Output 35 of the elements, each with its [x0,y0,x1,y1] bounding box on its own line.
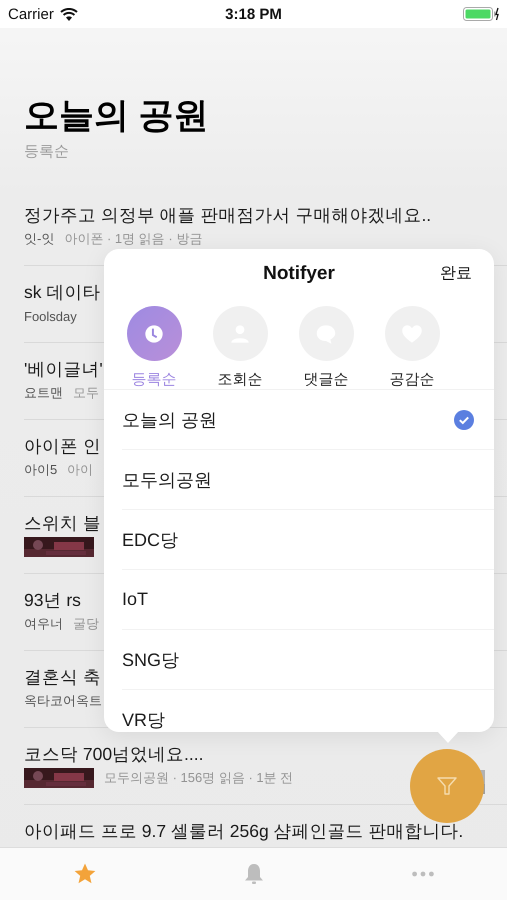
battery-icon [462,7,499,21]
post-title[interactable]: '베이글녀' [24,357,103,381]
wifi-icon [60,8,78,20]
post-title[interactable]: 아이패드 프로 9.7 셀룰러 256g 샴페인골드 판매합니다. [24,819,464,843]
post-author: 잇-잇 [24,230,54,248]
clock-time: 3:18 PM [225,6,282,22]
post-author: 여우너 [24,615,63,633]
post-info: 아이 [67,461,94,479]
post-title[interactable]: 아이폰 인 [24,434,101,458]
post-title[interactable]: 코스닥 700넘었네요.... [24,742,204,766]
sort-label: 등록순 [24,142,70,161]
star-icon [72,862,96,886]
post-info: 굴당 [73,615,99,633]
board-item[interactable]: IoT [122,570,494,630]
post-title[interactable]: 결혼식 축 [24,665,101,689]
post-title[interactable]: 스위치 블 [24,511,101,535]
post-title[interactable]: 93년 rs [24,588,81,612]
post-info: 모두의공원 · 156명 읽음 · 1분 전 [104,769,294,787]
post-title[interactable]: 정가주고 의정부 애플 판매점가서 구매해야겠네요.. [24,203,432,227]
board-item[interactable]: SNG당 [122,630,494,690]
post-info: 아이폰 · 1명 읽음 · 방금 [64,230,202,248]
more-icon [410,871,434,877]
popover-title: Notifyer [263,263,335,285]
board-item[interactable]: EDC당 [122,510,494,570]
done-button[interactable]: 완료 [438,261,474,286]
post-author: 옥타코어옥트 [24,692,102,710]
post-title[interactable]: sk 데이타 [24,280,100,304]
post-author: 요트맨 [24,384,63,402]
board-item[interactable]: 오늘의 공원 [122,390,494,450]
post-author: 아이5 [24,461,58,479]
board-item[interactable]: 모두의공원 [122,450,494,510]
post-author: Foolsday [24,308,77,324]
page-title: 오늘의 공원 [24,95,210,137]
post-info: 모두 [73,384,99,402]
carrier-label: Carrier [8,6,54,22]
